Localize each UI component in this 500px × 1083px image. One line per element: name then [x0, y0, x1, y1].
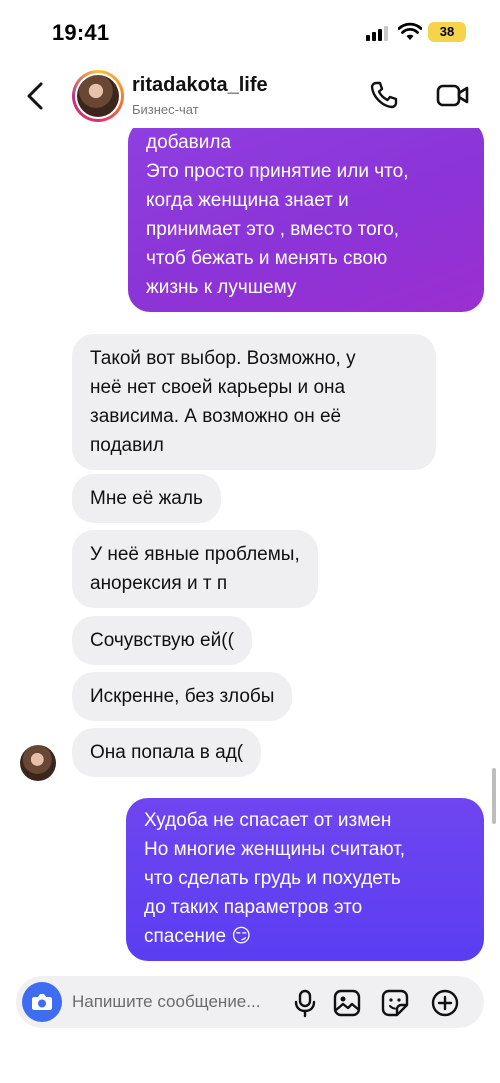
cellular-signal-icon — [366, 25, 392, 41]
message-outgoing[interactable]: добавила Это просто принятие или что, ко… — [128, 128, 484, 312]
status-bar: 19:41 38 — [0, 0, 500, 62]
contact-avatar[interactable] — [72, 70, 124, 122]
message-line: Худоба не спасает от измен — [144, 810, 392, 831]
message-input[interactable] — [72, 987, 286, 1017]
message-line: У неё явные проблемы, — [90, 544, 300, 565]
camera-icon — [32, 994, 52, 1010]
message-line: Искренне, без злобы — [90, 686, 275, 707]
message-line: принимает это , вместо того, — [146, 219, 400, 240]
microphone-icon[interactable] — [290, 988, 320, 1018]
message-line: Мне её жаль — [90, 488, 203, 509]
message-line: добавила — [146, 132, 232, 153]
message-list[interactable]: добавила Это просто принятие или что, ко… — [0, 128, 500, 968]
message-line: неё нет своей карьеры и она — [90, 377, 346, 398]
message-line: чтоб бежать и менять свою — [146, 248, 388, 269]
message-incoming[interactable]: Она попала в ад( — [72, 728, 262, 777]
status-time: 19:41 — [52, 20, 110, 45]
message-line: Она попала в ад( — [90, 742, 244, 763]
contact-username[interactable]: ritadakota_life — [132, 74, 268, 97]
message-line: когда женщина знает и — [146, 190, 349, 211]
sender-avatar[interactable] — [20, 745, 56, 781]
message-line: что сделать грудь и похудеть — [144, 868, 401, 889]
message-line: анорексия и т п — [90, 573, 228, 594]
message-line: зависима. А возможно он её — [90, 406, 342, 427]
message-line: Это просто принятие или что, — [146, 161, 409, 182]
camera-button[interactable] — [22, 982, 62, 1022]
wifi-icon — [398, 22, 422, 40]
battery-indicator: 38 — [428, 22, 466, 42]
scrollbar[interactable] — [492, 768, 496, 824]
gallery-icon[interactable] — [332, 988, 362, 1018]
message-line: спасение 😏 — [144, 922, 466, 951]
message-line: до таких параметров это — [144, 897, 363, 918]
message-incoming[interactable]: Мне её жаль — [72, 474, 221, 523]
contact-subtitle: Бизнес-чат — [132, 102, 199, 117]
message-incoming[interactable]: У неё явные проблемы, анорексия и т п — [72, 530, 318, 608]
message-incoming[interactable]: Сочувствую ей(( — [72, 616, 252, 665]
message-outgoing[interactable]: Худоба не спасает от измен Но многие жен… — [126, 798, 484, 961]
video-call-icon[interactable] — [436, 81, 470, 109]
message-line: жизнь к лучшему — [146, 277, 297, 298]
message-line: Сочувствую ей(( — [90, 630, 234, 651]
message-line: Такой вот выбор. Возможно, у — [90, 348, 356, 369]
smirk-emoji: 😏 — [231, 926, 252, 947]
message-text: спасение — [144, 926, 227, 947]
message-composer — [16, 976, 484, 1028]
add-plus-icon[interactable] — [430, 988, 460, 1018]
message-line: Но многие женщины считают, — [144, 839, 406, 860]
phone-call-icon[interactable] — [368, 79, 400, 111]
back-chevron-icon[interactable] — [22, 80, 50, 112]
chat-header: ritadakota_life Бизнес-чат — [0, 62, 500, 128]
message-line: подавил — [90, 435, 164, 456]
message-incoming[interactable]: Такой вот выбор. Возможно, у неё нет сво… — [72, 334, 436, 470]
avatar-photo — [77, 75, 119, 117]
message-incoming[interactable]: Искренне, без злобы — [72, 672, 293, 721]
sticker-icon[interactable] — [380, 988, 410, 1018]
